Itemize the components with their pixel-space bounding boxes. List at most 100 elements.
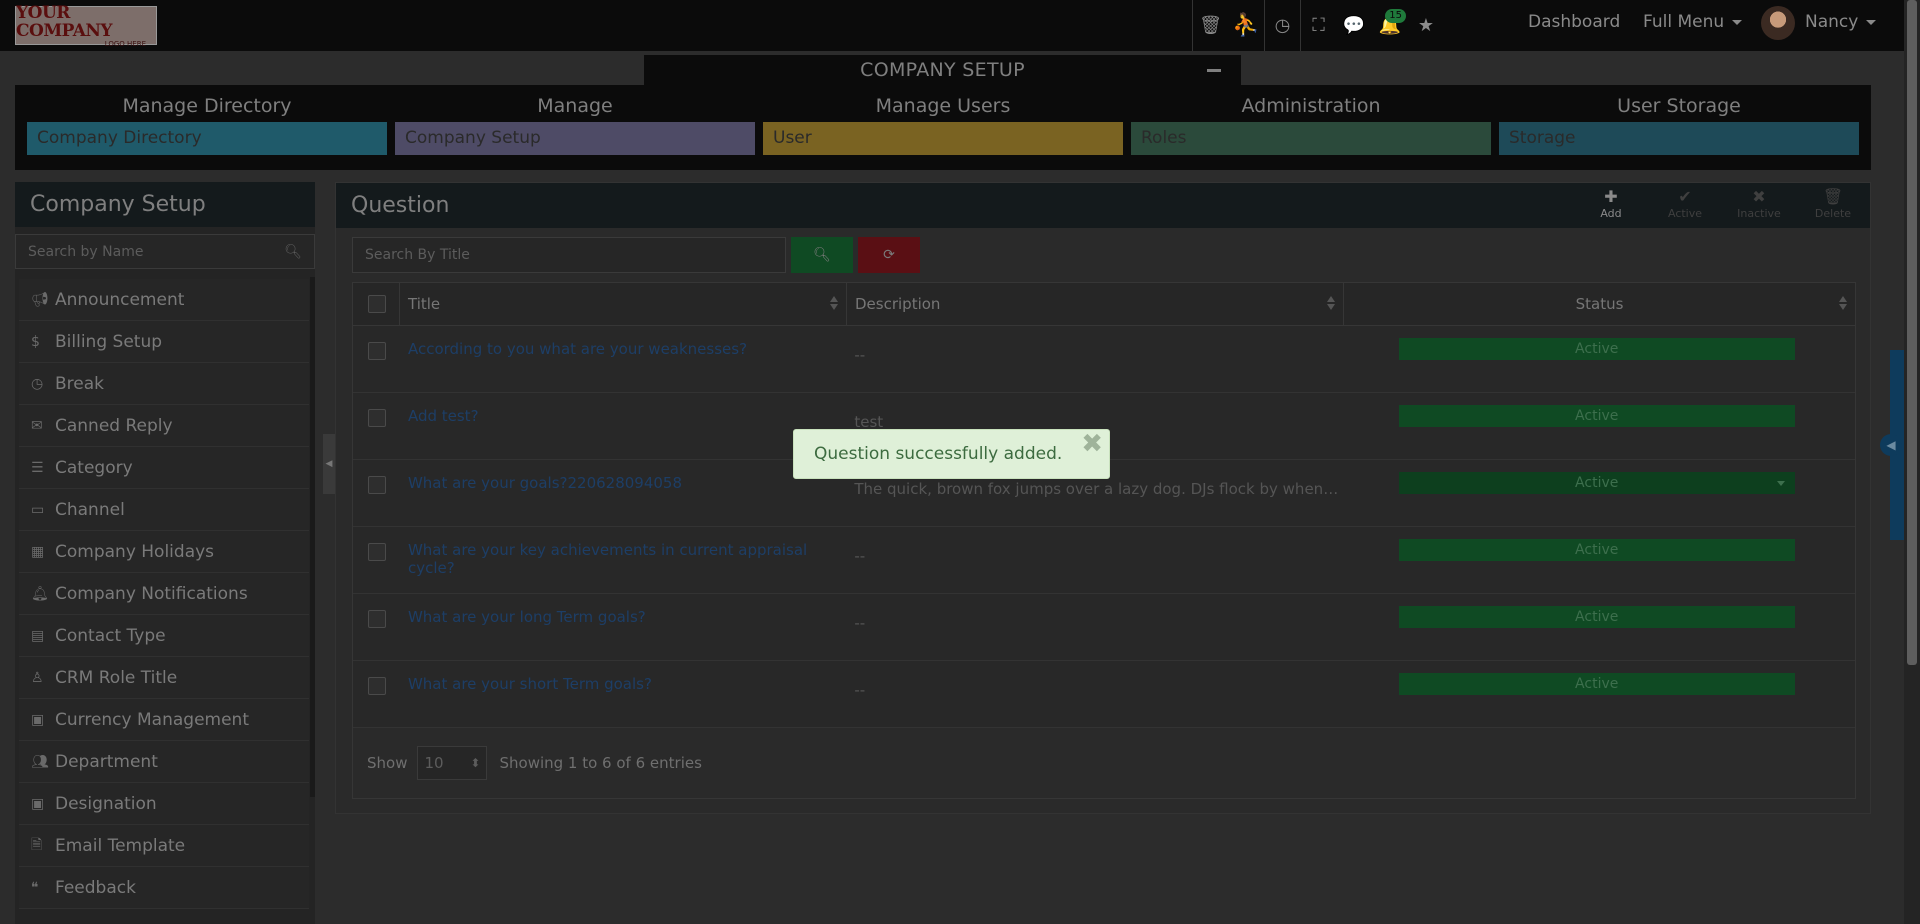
title-search-input[interactable]: Search By Title <box>352 237 786 273</box>
row-title-link[interactable]: What are your key achievements in curren… <box>400 527 846 593</box>
row-checkbox[interactable] <box>368 476 386 494</box>
add-label: Add <box>1600 207 1622 220</box>
row-checkbox[interactable] <box>368 610 386 628</box>
question-panel: Question ✚ Add ✔ Active ✖ Inactive 🗑︎ Delete… <box>335 182 1871 814</box>
row-checkbox[interactable] <box>368 543 386 561</box>
status-dropdown[interactable]: Active <box>1398 472 1795 494</box>
quicknav-item-user[interactable]: User <box>763 122 1123 155</box>
quicknav-manage-directory: Manage Directory Company Directory <box>27 85 387 155</box>
sidebar-item-crm-role-title[interactable]: ♙ CRM Role Title <box>19 657 309 699</box>
sidebar-item-department[interactable]: 👥︎ Department <box>19 741 309 783</box>
right-side-drawer-tab[interactable]: ◀ <box>1880 350 1904 540</box>
column-status[interactable]: Status <box>1344 283 1855 325</box>
delete-button[interactable]: 🗑︎ Delete <box>1796 187 1870 220</box>
search-button[interactable]: 🔍︎ <box>791 237 853 273</box>
column-status-label: Status <box>1575 295 1624 313</box>
quicknav-item-company-directory[interactable]: Company Directory <box>27 122 387 155</box>
status-badge[interactable]: Active <box>1398 606 1795 628</box>
sort-icon[interactable] <box>1839 296 1847 310</box>
sidebar-item-billing-setup[interactable]: $ Billing Setup <box>19 321 309 363</box>
clock-icon: ◷ <box>31 375 44 392</box>
entries-info: Showing 1 to 6 of 6 entries <box>499 754 702 772</box>
sidebar-item-company-notifications[interactable]: 🔔︎ Company Notifications <box>19 573 309 615</box>
row-checkbox[interactable] <box>368 677 386 695</box>
row-title-link[interactable]: According to you what are your weaknesse… <box>400 326 846 392</box>
dashboard-link[interactable]: Dashboard <box>1528 0 1620 45</box>
row-status-cell: Active <box>1343 393 1855 459</box>
quicknav-manage: Manage Company Setup <box>395 85 755 155</box>
quicknav-item-storage[interactable]: Storage <box>1499 122 1859 155</box>
add-button[interactable]: ✚ Add <box>1574 187 1648 220</box>
column-title[interactable]: Title <box>400 283 847 325</box>
row-checkbox[interactable] <box>368 409 386 427</box>
sidebar-item-label: Company Holidays <box>55 541 215 562</box>
sort-icon[interactable] <box>1327 296 1335 310</box>
quicknav-item-roles[interactable]: Roles <box>1131 122 1491 155</box>
team-icon[interactable]: ⛹ <box>1228 0 1264 51</box>
sort-icon[interactable] <box>830 296 838 310</box>
trash-icon[interactable]: 🗑 <box>1192 0 1228 51</box>
row-checkbox[interactable] <box>368 342 386 360</box>
questions-table: Title Description Status According to yo… <box>352 282 1856 799</box>
column-description[interactable]: Description <box>847 283 1344 325</box>
user-menu-dropdown[interactable]: Nancy <box>1805 0 1877 45</box>
close-icon[interactable]: ✖ <box>1081 420 1103 468</box>
sidebar-item-label: Break <box>55 373 104 394</box>
row-description: -- <box>854 547 866 565</box>
sidebar-item-company-holidays[interactable]: ▦ Company Holidays <box>19 531 309 573</box>
favorites-star-icon[interactable]: ★ <box>1408 0 1444 51</box>
full-menu-dropdown[interactable]: Full Menu <box>1643 0 1743 45</box>
sidebar-collapse-handle[interactable]: ◀ <box>323 434 335 494</box>
sidebar-item-break[interactable]: ◷ Break <box>19 363 309 405</box>
row-title-link[interactable]: What are your goals?220628094058 <box>400 460 846 526</box>
chat-icon[interactable]: 💬 <box>1336 0 1372 51</box>
sidebar-item-email-template[interactable]: 🗎 Email Template <box>19 825 309 867</box>
scrollbar-thumb[interactable] <box>1907 0 1917 665</box>
quicknav-title: User Storage <box>1617 95 1741 117</box>
history-icon[interactable]: ◷ <box>1264 0 1300 51</box>
search-icon[interactable]: 🔍︎ <box>284 244 302 260</box>
sidebar-item-designation[interactable]: ▣ Designation <box>19 783 309 825</box>
activate-button[interactable]: ✔ Active <box>1648 187 1722 220</box>
status-badge[interactable]: Active <box>1398 673 1795 695</box>
page-scrollbar[interactable] <box>1904 0 1920 924</box>
select-all-checkbox[interactable] <box>368 295 386 313</box>
sidebar-item-contact-type[interactable]: ▤ Contact Type <box>19 615 309 657</box>
sidebar-item-channel[interactable]: ▭ Channel <box>19 489 309 531</box>
quicknav-user-storage: User Storage Storage <box>1499 85 1859 155</box>
sidebar-item-announcement[interactable]: 📢︎ Announcement <box>19 279 309 321</box>
row-status-cell: Active <box>1343 661 1855 727</box>
notification-bell-icon[interactable]: 🔔 15 <box>1372 0 1408 51</box>
table-row: According to you what are your weaknesse… <box>353 326 1855 393</box>
collapse-minus-icon[interactable] <box>1207 69 1221 72</box>
row-title-link[interactable]: What are your long Term goals? <box>400 594 846 660</box>
status-badge[interactable]: Active <box>1398 539 1795 561</box>
quicknav-item-company-setup[interactable]: Company Setup <box>395 122 755 155</box>
user-avatar[interactable] <box>1761 6 1795 40</box>
table-row: What are your short Term goals? -- Activ… <box>353 661 1855 728</box>
sidebar-item-category[interactable]: ☰ Category <box>19 447 309 489</box>
company-setup-title: COMPANY SETUP <box>860 59 1025 81</box>
file-icon: 🗎 <box>31 836 43 853</box>
sidebar-scrollbar[interactable] <box>310 277 315 797</box>
sidebar-search-input[interactable]: Search by Name 🔍︎ <box>15 234 315 269</box>
row-title-link[interactable]: Add test? <box>400 393 846 459</box>
fullscreen-icon[interactable]: ⛶ <box>1300 0 1336 51</box>
inactivate-button[interactable]: ✖ Inactive <box>1722 187 1796 220</box>
sidebar-item-canned-reply[interactable]: ✉ Canned Reply <box>19 405 309 447</box>
status-badge[interactable]: Active <box>1398 338 1795 360</box>
sidebar-item-currency-management[interactable]: ▣ Currency Management <box>19 699 309 741</box>
chevron-down-icon <box>1732 19 1743 25</box>
sidebar-item-label: Category <box>55 457 133 478</box>
status-badge[interactable]: Active <box>1398 405 1795 427</box>
column-description-label: Description <box>855 295 941 313</box>
reset-button[interactable]: ⟳ <box>858 237 920 273</box>
page-length-select[interactable]: 10 <box>417 746 488 780</box>
sidebar-item-feedback[interactable]: ❝ Feedback <box>19 867 309 909</box>
list-icon: ☰ <box>31 459 44 476</box>
row-title-link[interactable]: What are your short Term goals? <box>400 661 846 727</box>
company-logo[interactable]: YOUR COMPANY LOGO HERE <box>15 4 157 48</box>
check-icon: ✔ <box>1678 187 1692 206</box>
arrow-left-icon[interactable]: ◀ <box>1880 434 1902 456</box>
logo-subtext: LOGO HERE <box>104 39 146 48</box>
